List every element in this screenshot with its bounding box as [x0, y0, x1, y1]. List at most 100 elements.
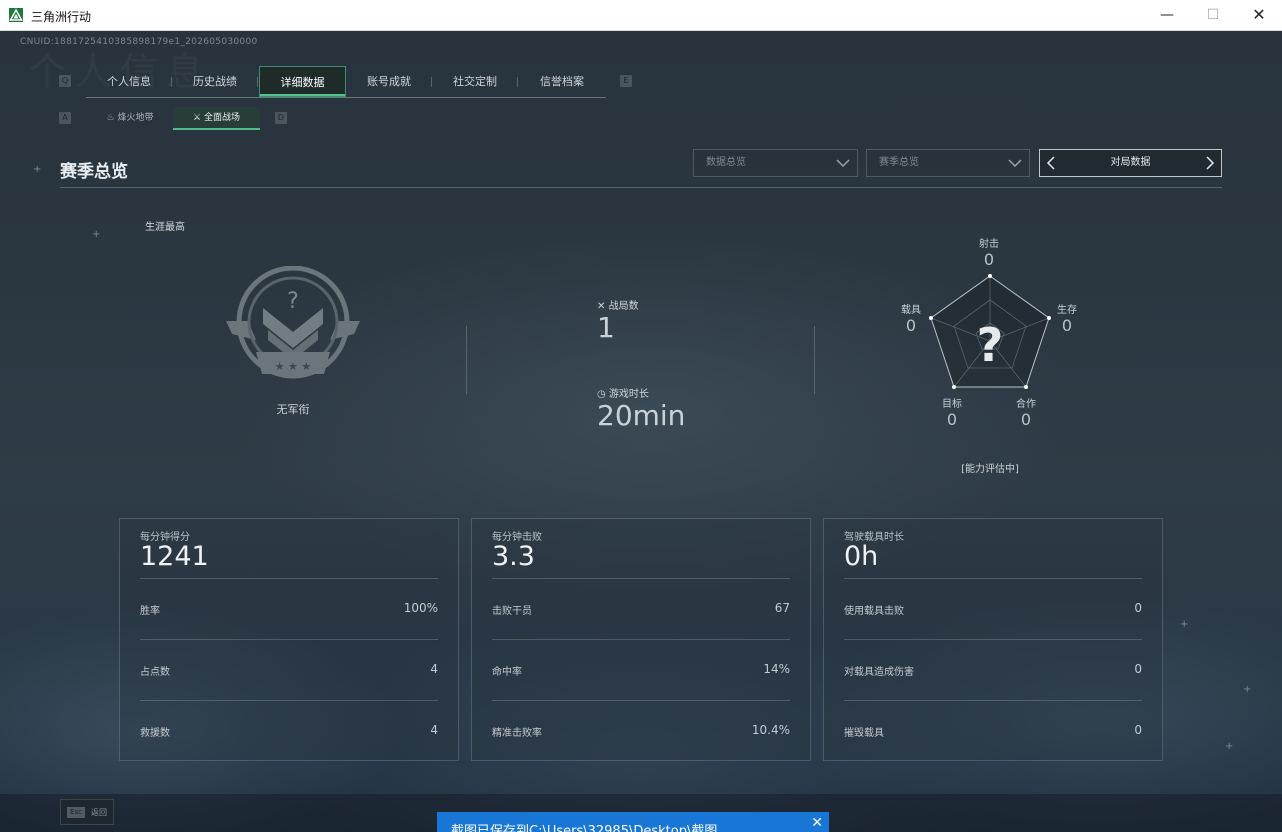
stat-row-value: 100% — [403, 601, 438, 615]
tab-label: 历史战绩 — [193, 75, 237, 88]
window-titlebar: 三角洲行动 — ☐ ✕ — [0, 0, 1282, 31]
kills-per-minute-card: 每分钟击败 3.3 击败干员 67 命中率 14% 精准击败率 10.4% — [471, 518, 811, 761]
battlefield-icon: ⚔ — [193, 113, 202, 123]
tab-detailed-data[interactable]: 详细数据 — [259, 66, 346, 97]
chevron-left-icon[interactable] — [1046, 156, 1056, 170]
chevron-down-icon — [836, 159, 850, 168]
playtime-value: 20min — [597, 399, 686, 432]
rank-label: 无军衔 — [276, 403, 310, 416]
flame-icon: ♨ — [106, 113, 115, 123]
decor-cross-icon: + — [92, 229, 101, 240]
stat-row-label: 救援数 — [140, 728, 170, 739]
stat-row-label: 占点数 — [140, 667, 170, 678]
radar-center-glyph: ? — [977, 318, 1004, 372]
tab-reputation[interactable]: 信誉档案 — [518, 66, 606, 97]
subtab-prev-key[interactable]: A — [59, 112, 71, 124]
tabs-divider — [86, 97, 606, 98]
tab-label: 账号成就 — [367, 75, 411, 88]
card-divider — [492, 639, 790, 640]
radar-label-objective: 目标 — [942, 399, 962, 410]
screenshot-toast: 截图已保存到C:\Users\32985\Desktop\截图 ✕ — [437, 812, 829, 832]
stat-row-label: 胜率 — [140, 606, 160, 617]
tab-social[interactable]: 社交定制 — [432, 66, 518, 97]
radar-value-vehicle: 0 — [905, 316, 917, 335]
back-button[interactable]: Esc 返回 — [60, 799, 114, 825]
tab-label: 个人信息 — [107, 75, 151, 88]
stat-row-value: 4 — [430, 723, 438, 737]
radar-value-shooting: 0 — [983, 250, 995, 269]
subtab-label: 烽火地带 — [117, 113, 154, 123]
radar-label-shooting: 射击 — [979, 239, 999, 250]
toast-close-button[interactable]: ✕ — [811, 815, 823, 831]
decor-cross-icon: + — [1180, 619, 1189, 630]
radar-label-survival: 生存 — [1057, 305, 1077, 316]
window-title: 三角洲行动 — [31, 10, 92, 24]
card-value: 0h — [844, 541, 879, 572]
stat-row-label: 摧毁载具 — [844, 728, 884, 739]
pager-label: 对局数据 — [1110, 157, 1151, 168]
game-viewport: 个人信息 CNUID:1881725410385898179e1_2026050… — [0, 31, 1282, 832]
tab-label: 详细数据 — [280, 76, 325, 89]
subtab-hazard-zone[interactable]: ♨ 烽火地带 — [87, 107, 173, 130]
subtab-label: 全面战场 — [203, 113, 240, 123]
close-window-button[interactable]: ✕ — [1236, 0, 1282, 31]
stat-row-label: 精准击败率 — [492, 728, 542, 739]
stat-row-label: 击败干员 — [492, 606, 532, 617]
esc-key-hint: Esc — [67, 807, 85, 818]
ability-radar-chart: ? — [929, 274, 1051, 389]
card-divider — [140, 578, 438, 579]
radar-label-vehicle: 载具 — [901, 305, 921, 316]
tab-label: 信誉档案 — [540, 75, 584, 88]
radar-value-objective: 0 — [946, 410, 958, 429]
ability-status: [能力评估中] — [961, 464, 1019, 475]
card-divider — [844, 578, 1142, 579]
svg-text:★ ★ ★: ★ ★ ★ — [275, 360, 312, 373]
tab-history[interactable]: 历史战绩 — [172, 66, 258, 97]
subtab-next-key[interactable]: D — [275, 112, 287, 124]
cnuid-label: CNUID:1881725410385898179e1_202605030000 — [20, 37, 258, 47]
stat-row-value: 14% — [763, 662, 790, 676]
decor-cross-icon: + — [1225, 741, 1234, 752]
stat-row-value: 0 — [1134, 601, 1142, 615]
stat-row-label: 使用载具击败 — [844, 606, 904, 617]
stat-row-value: 0 — [1134, 723, 1142, 737]
divider — [814, 326, 815, 394]
data-overview-dropdown[interactable]: 数据总览 — [693, 149, 858, 177]
decor-cross-icon: + — [33, 164, 42, 175]
back-label: 返回 — [91, 808, 107, 817]
toast-text: 截图已保存到C:\Users\32985\Desktop\截图 — [451, 824, 718, 832]
season-dropdown[interactable]: 赛季总览 — [866, 149, 1030, 177]
card-value: 1241 — [140, 541, 209, 572]
tab-personal-info[interactable]: 个人信息 — [86, 66, 172, 97]
tab-label: 社交定制 — [453, 75, 497, 88]
subtab-full-battlefield[interactable]: ⚔ 全面战场 — [173, 107, 260, 130]
card-divider — [844, 700, 1142, 701]
section-divider — [60, 187, 1222, 188]
card-divider — [492, 578, 790, 579]
matches-label: ✕ 战局数 — [597, 297, 639, 312]
card-divider — [492, 700, 790, 701]
maximize-button[interactable]: ☐ — [1190, 0, 1236, 31]
match-data-pager[interactable]: 对局数据 — [1039, 149, 1222, 177]
stat-row-label: 对载具造成伤害 — [844, 667, 914, 678]
card-divider — [140, 639, 438, 640]
decor-cross-icon: + — [1243, 684, 1252, 695]
tab-next-key[interactable]: E — [620, 75, 632, 87]
chevron-right-icon[interactable] — [1205, 156, 1215, 170]
svg-text:?: ? — [287, 289, 299, 314]
card-divider — [140, 700, 438, 701]
matches-value: 1 — [597, 311, 615, 344]
playtime-label: ◷ 游戏时长 — [597, 385, 649, 400]
stat-row-value: 0 — [1134, 662, 1142, 676]
chevron-down-icon — [1008, 159, 1022, 168]
card-divider — [844, 639, 1142, 640]
tab-achievements[interactable]: 账号成就 — [346, 66, 432, 97]
dropdown-value: 数据总览 — [706, 157, 746, 168]
dropdown-value: 赛季总览 — [879, 157, 919, 168]
minimize-button[interactable]: — — [1144, 0, 1190, 31]
tab-prev-key[interactable]: Q — [59, 75, 71, 87]
score-per-minute-card: 每分钟得分 1241 胜率 100% 占点数 4 救援数 4 — [119, 518, 459, 761]
section-title: 赛季总览 — [60, 162, 128, 182]
rank-badge-unknown-icon: ? ★ ★ ★ — [226, 266, 360, 379]
radar-value-cooperation: 0 — [1020, 410, 1032, 429]
